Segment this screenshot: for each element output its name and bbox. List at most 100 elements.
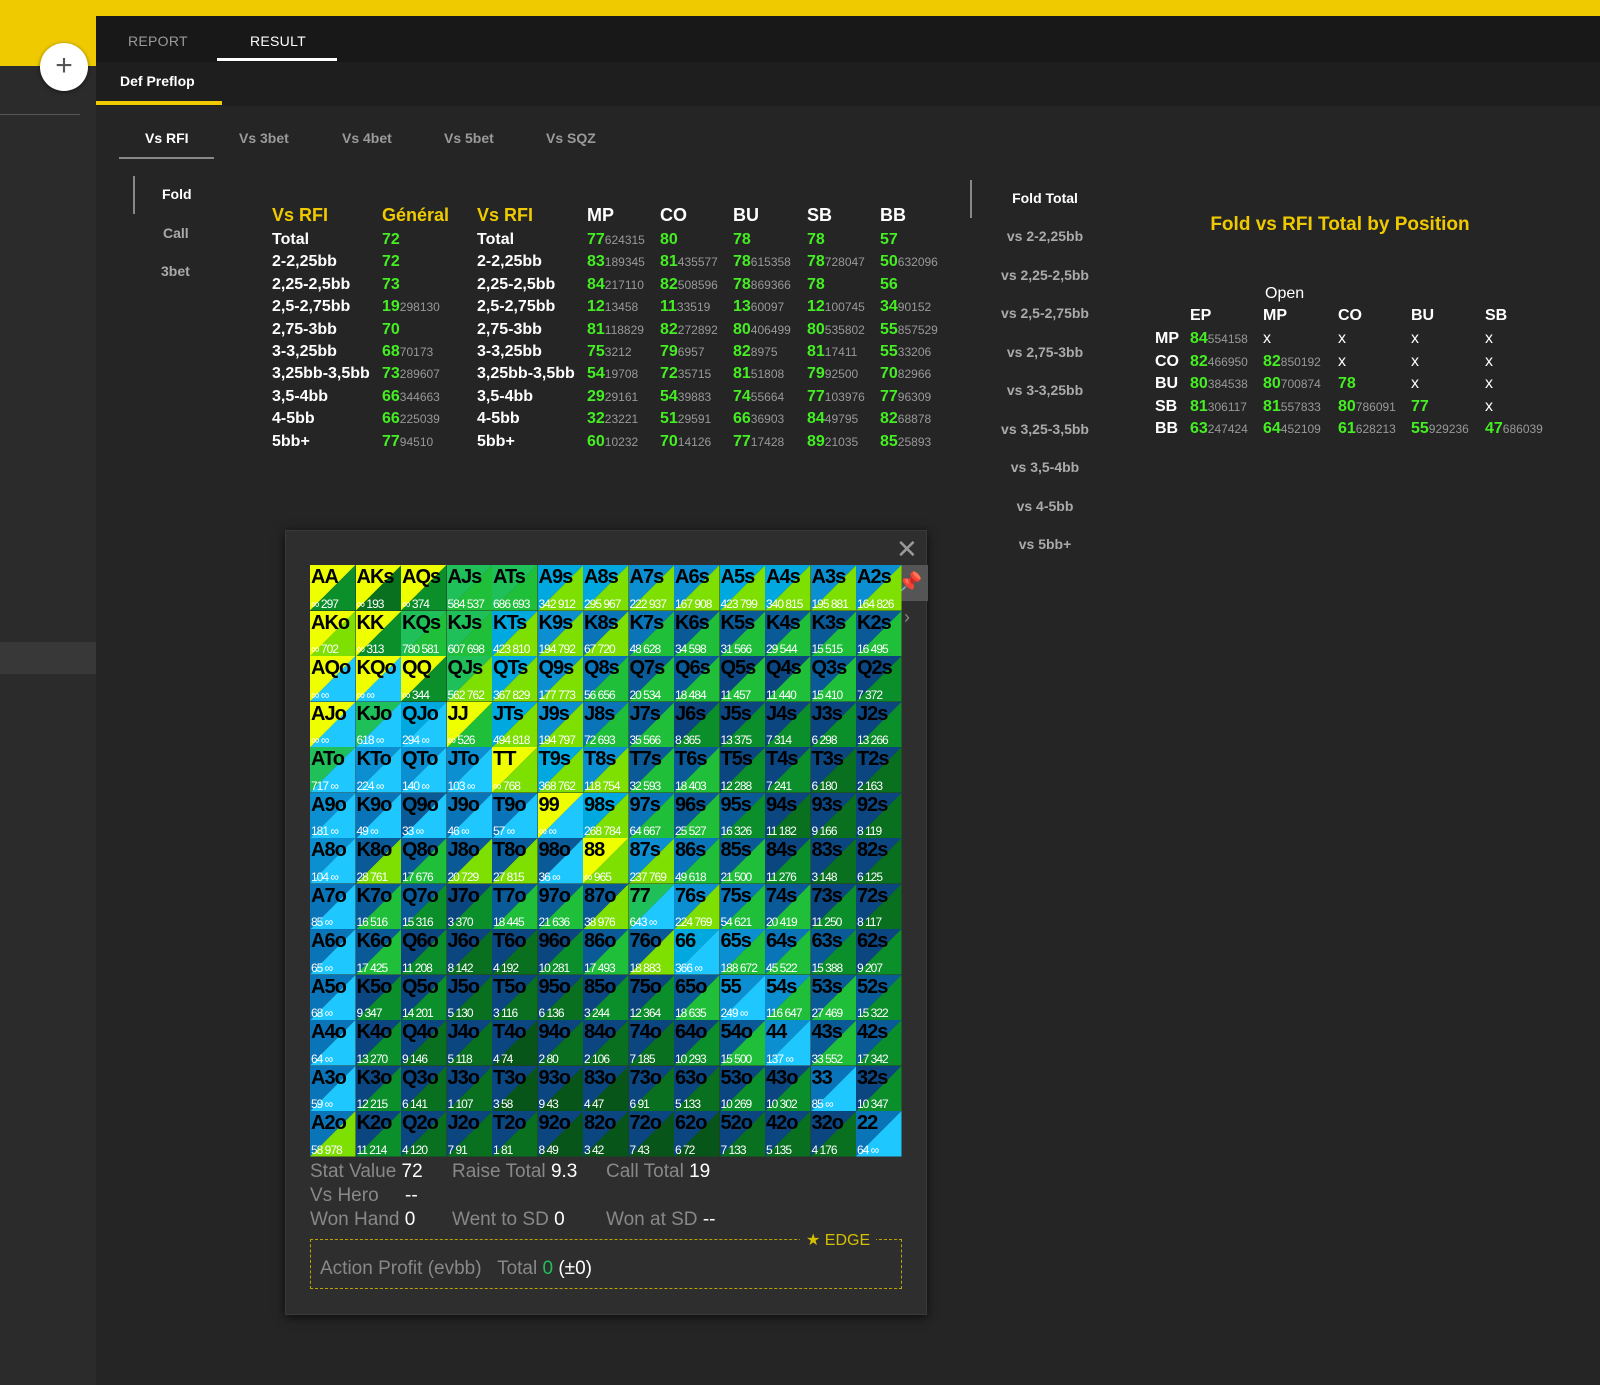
hand-cell[interactable]: T9o 57 ∞: [492, 792, 538, 838]
hand-cell[interactable]: Q7s 20 534: [628, 656, 674, 702]
fold-total-item[interactable]: vs 2,75-3bb: [970, 344, 1120, 360]
hand-cell[interactable]: K9s 194 792: [537, 610, 583, 656]
hand-cell[interactable]: K5o 9 347: [355, 974, 401, 1020]
hand-cell[interactable]: J6s 8 365: [674, 701, 720, 747]
hand-cell[interactable]: A7s 222 937: [628, 565, 674, 611]
tab-def-preflop[interactable]: Def Preflop: [120, 73, 195, 89]
hand-cell[interactable]: Q9o 33 ∞: [401, 792, 447, 838]
hand-cell[interactable]: JTs 494 818: [492, 701, 538, 747]
hand-cell[interactable]: Q6s 18 484: [674, 656, 720, 702]
hand-cell[interactable]: KJs 607 698: [446, 610, 492, 656]
hand-cell[interactable]: 96o 10 281: [537, 929, 583, 975]
hand-cell[interactable]: 65o 18 635: [674, 974, 720, 1020]
chevron-right-icon[interactable]: ›: [904, 607, 910, 628]
tab-vs-sqz[interactable]: Vs SQZ: [546, 130, 596, 146]
hand-cell[interactable]: T2s 2 163: [856, 747, 902, 793]
hand-cell[interactable]: A7o 85 ∞: [310, 883, 356, 929]
hand-cell[interactable]: KQo ∞ ∞: [355, 656, 401, 702]
hand-cell[interactable]: 32s 10 347: [856, 1065, 902, 1111]
hand-cell[interactable]: AJs 584 537: [446, 565, 492, 611]
hand-cell[interactable]: K4s 29 544: [765, 610, 811, 656]
hand-cell[interactable]: 94o 2 80: [537, 1020, 583, 1066]
hand-cell[interactable]: 63o 5 133: [674, 1065, 720, 1111]
hand-cell[interactable]: 95s 16 326: [719, 792, 765, 838]
hand-cell[interactable]: 72o 7 43: [628, 1111, 674, 1157]
hand-cell[interactable]: KQs 780 581: [401, 610, 447, 656]
hand-cell[interactable]: 87o 38 976: [583, 883, 629, 929]
hand-cell[interactable]: 84s 11 276: [765, 838, 811, 884]
hand-cell[interactable]: T3o 3 58: [492, 1065, 538, 1111]
hand-cell[interactable]: 64s 45 522: [765, 929, 811, 975]
hand-cell[interactable]: J5o 5 130: [446, 974, 492, 1020]
hand-cell[interactable]: 52o 7 133: [719, 1111, 765, 1157]
hand-cell[interactable]: 82o 3 42: [583, 1111, 629, 1157]
hand-cell[interactable]: 22 64 ∞: [856, 1111, 902, 1157]
hand-cell[interactable]: Q6o 11 208: [401, 929, 447, 975]
hand-cell[interactable]: A2o 58 978: [310, 1111, 356, 1157]
hand-cell[interactable]: J7o 3 370: [446, 883, 492, 929]
fold-total-item[interactable]: vs 3,5-4bb: [970, 459, 1120, 475]
hand-cell[interactable]: KTs 423 810: [492, 610, 538, 656]
hand-cell[interactable]: ATs 686 693: [492, 565, 538, 611]
hand-cell[interactable]: QQ ∞ 344: [401, 656, 447, 702]
hand-cell[interactable]: K9o 49 ∞: [355, 792, 401, 838]
hand-cell[interactable]: A8s 295 967: [583, 565, 629, 611]
hand-cell[interactable]: A3s 195 881: [810, 565, 856, 611]
hand-cell[interactable]: QTo 140 ∞: [401, 747, 447, 793]
hand-cell[interactable]: 32o 4 176: [810, 1111, 856, 1157]
hand-cell[interactable]: K8s 67 720: [583, 610, 629, 656]
hand-cell[interactable]: QTs 367 829: [492, 656, 538, 702]
hand-cell[interactable]: J3o 1 107: [446, 1065, 492, 1111]
tab-vs-rfi[interactable]: Vs RFI: [145, 130, 189, 146]
fold-total-title[interactable]: Fold Total: [970, 190, 1120, 206]
hand-cell[interactable]: 96s 25 527: [674, 792, 720, 838]
hand-cell[interactable]: Q2o 4 120: [401, 1111, 447, 1157]
add-button[interactable]: +: [40, 43, 88, 91]
hand-cell[interactable]: K3o 12 215: [355, 1065, 401, 1111]
hand-cell[interactable]: J8o 20 729: [446, 838, 492, 884]
fold-total-item[interactable]: vs 3-3,25bb: [970, 382, 1120, 398]
fold-total-item[interactable]: vs 4-5bb: [970, 498, 1120, 514]
hand-cell[interactable]: A5o 68 ∞: [310, 974, 356, 1020]
hand-cell[interactable]: J7s 35 566: [628, 701, 674, 747]
hand-cell[interactable]: 74o 7 185: [628, 1020, 674, 1066]
hand-cell[interactable]: TT ∞ 768: [492, 747, 538, 793]
hand-cell[interactable]: J4s 7 314: [765, 701, 811, 747]
hand-cell[interactable]: A9o 181 ∞: [310, 792, 356, 838]
hand-cell[interactable]: Q2s 7 372: [856, 656, 902, 702]
hand-cell[interactable]: 95o 6 136: [537, 974, 583, 1020]
hand-cell[interactable]: 75s 54 621: [719, 883, 765, 929]
hand-cell[interactable]: 94s 11 182: [765, 792, 811, 838]
hand-cell[interactable]: A3o 59 ∞: [310, 1065, 356, 1111]
hand-cell[interactable]: 62o 6 72: [674, 1111, 720, 1157]
hand-cell[interactable]: J4o 5 118: [446, 1020, 492, 1066]
hand-cell[interactable]: 42o 5 135: [765, 1111, 811, 1157]
hand-cell[interactable]: T2o 1 81: [492, 1111, 538, 1157]
hand-cell[interactable]: 43o 10 302: [765, 1065, 811, 1111]
hand-cell[interactable]: KTo 224 ∞: [355, 747, 401, 793]
hand-cell[interactable]: 97s 64 667: [628, 792, 674, 838]
hand-cell[interactable]: 73o 6 91: [628, 1065, 674, 1111]
hand-cell[interactable]: 86s 49 618: [674, 838, 720, 884]
hand-cell[interactable]: 53s 27 469: [810, 974, 856, 1020]
hand-cell[interactable]: 73s 11 250: [810, 883, 856, 929]
hand-cell[interactable]: 62s 9 207: [856, 929, 902, 975]
hand-cell[interactable]: 42s 17 342: [856, 1020, 902, 1066]
hand-cell[interactable]: 54o 15 500: [719, 1020, 765, 1066]
hand-cell[interactable]: 66 366 ∞: [674, 929, 720, 975]
hand-cell[interactable]: Q8s 56 656: [583, 656, 629, 702]
hand-cell[interactable]: 43s 33 552: [810, 1020, 856, 1066]
hand-cell[interactable]: T7s 32 593: [628, 747, 674, 793]
hand-cell[interactable]: T8s 118 754: [583, 747, 629, 793]
edge-label[interactable]: ★ EDGE: [800, 1230, 877, 1250]
hand-cell[interactable]: AKo ∞ 702: [310, 610, 356, 656]
hand-cell[interactable]: JTo 103 ∞: [446, 747, 492, 793]
hand-cell[interactable]: Q5o 14 201: [401, 974, 447, 1020]
hand-cell[interactable]: J2o 7 91: [446, 1111, 492, 1157]
hand-cell[interactable]: QJo 294 ∞: [401, 701, 447, 747]
hand-cell[interactable]: 92s 8 119: [856, 792, 902, 838]
hand-cell[interactable]: J3s 6 298: [810, 701, 856, 747]
hand-cell[interactable]: J9o 46 ∞: [446, 792, 492, 838]
tab-vs-5bet[interactable]: Vs 5bet: [444, 130, 494, 146]
hand-cell[interactable]: AQs ∞ 374: [401, 565, 447, 611]
